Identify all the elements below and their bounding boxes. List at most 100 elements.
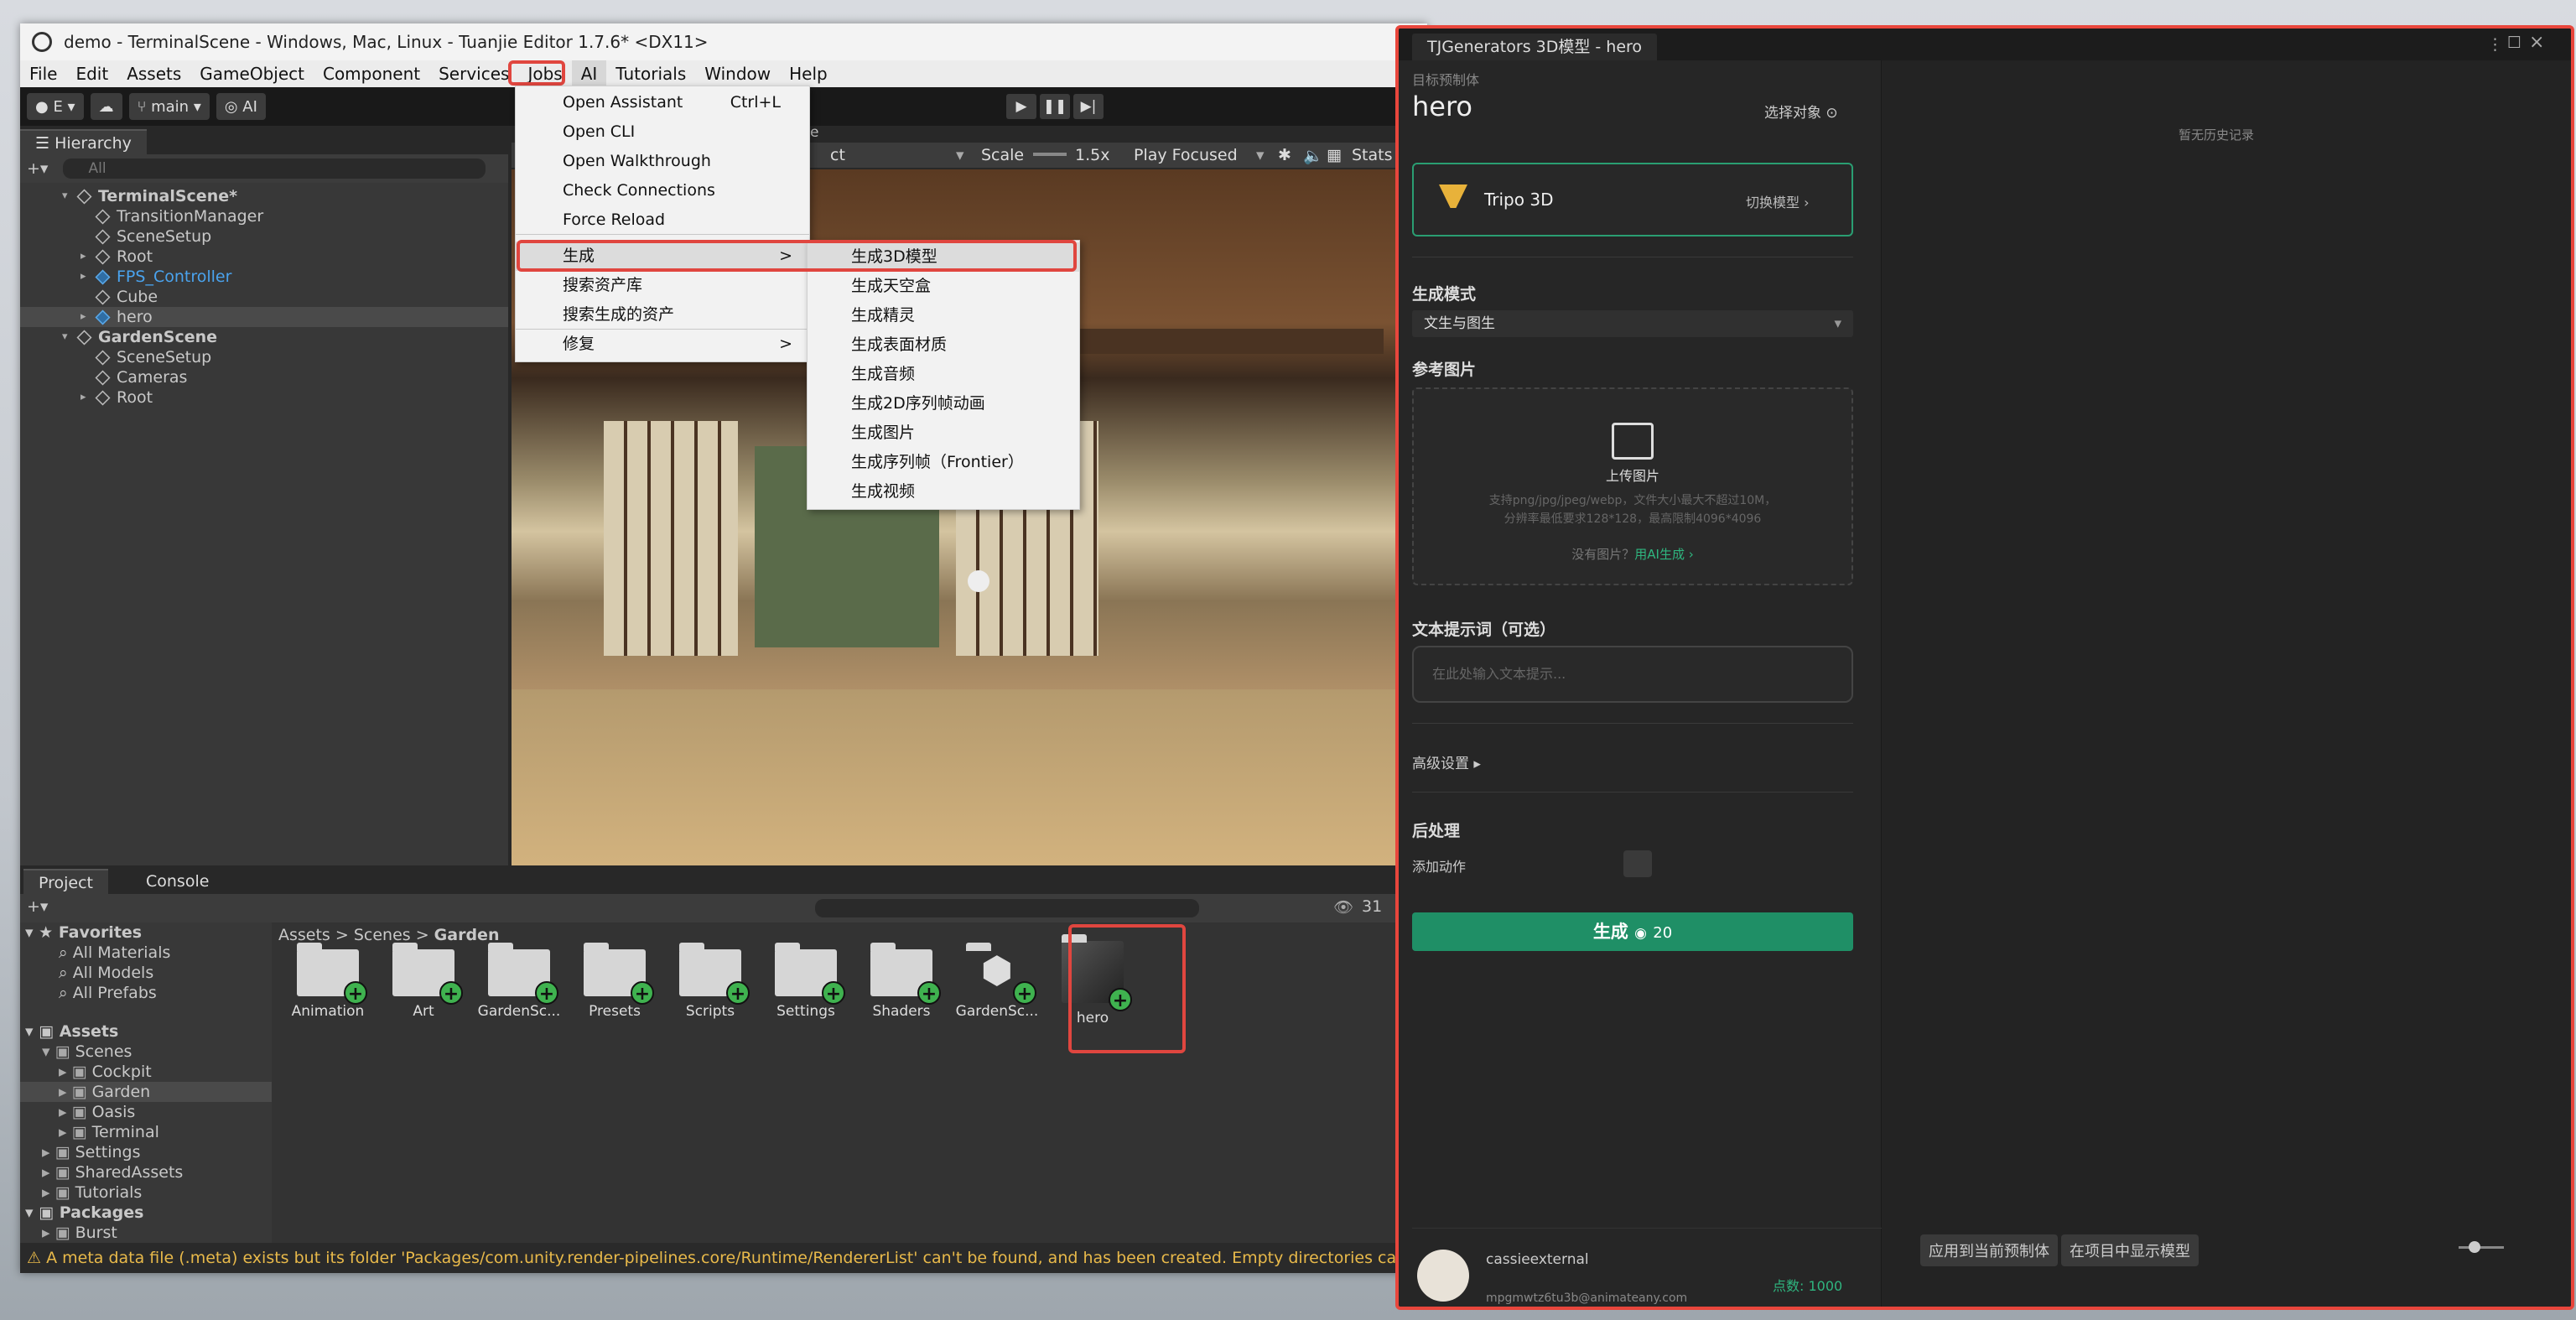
menu-edit[interactable]: Edit bbox=[66, 60, 117, 87]
asset-item[interactable]: + Settings bbox=[761, 931, 850, 1020]
scene-dropdown[interactable]: ct bbox=[830, 146, 845, 164]
close-icon[interactable]: × bbox=[2529, 32, 2544, 53]
play-button[interactable]: ▶ bbox=[1006, 94, 1036, 119]
expand-arrow-icon[interactable]: ▾ bbox=[62, 327, 74, 347]
menu-help[interactable]: Help bbox=[780, 60, 837, 87]
menu-tutorials[interactable]: Tutorials bbox=[606, 60, 695, 87]
hierarchy-row[interactable]: Cameras bbox=[20, 367, 508, 387]
status-bar[interactable]: ⚠ A meta data file (.meta) exists but it… bbox=[20, 1243, 1427, 1273]
scale-slider[interactable] bbox=[1033, 153, 1067, 156]
collapse-arrow-icon[interactable]: ▸ bbox=[80, 387, 92, 408]
favorites-item[interactable]: ⌕ All Materials bbox=[20, 943, 272, 963]
packages-header[interactable]: ▾ ▣ Packages bbox=[20, 1203, 272, 1223]
account-button[interactable]: ● E ▾ bbox=[27, 93, 84, 120]
ai-menu-item[interactable]: Open Walkthrough bbox=[516, 147, 809, 176]
menu-file[interactable]: File bbox=[20, 60, 66, 87]
generate-submenu-item[interactable]: 生成音频 bbox=[808, 360, 1079, 389]
hierarchy-row[interactable]: SceneSetup bbox=[20, 347, 508, 367]
upload-dropzone[interactable]: 上传图片 支持png/jpg/jpeg/webp，文件大小最大不超过10M， 分… bbox=[1412, 387, 1853, 585]
generate-submenu-item[interactable]: 生成天空盒 bbox=[808, 272, 1079, 301]
hierarchy-row[interactable]: ▾ GardenScene bbox=[20, 327, 508, 347]
asset-item[interactable]: ⬢ + GardenSc... bbox=[953, 931, 1041, 1020]
asset-item[interactable]: + Art bbox=[379, 931, 468, 1020]
add-icon[interactable]: +▾ bbox=[27, 159, 48, 178]
menu-services[interactable]: Services bbox=[429, 60, 518, 87]
branch-button[interactable]: ⑂ main ▾ bbox=[128, 93, 210, 120]
maximize-icon[interactable]: ☐ bbox=[2507, 34, 2521, 52]
hierarchy-row[interactable]: ▾ TerminalScene* bbox=[20, 186, 508, 206]
ai-menu-item[interactable]: 搜索资产库 bbox=[516, 271, 809, 300]
tab-project[interactable]: Project bbox=[23, 869, 109, 894]
hierarchy-row[interactable]: ▸ Root bbox=[20, 387, 508, 408]
generate-submenu-item[interactable]: 生成序列帧（Frontier） bbox=[808, 448, 1079, 477]
menu-component[interactable]: Component bbox=[314, 60, 429, 87]
generate-submenu-item[interactable]: 生成图片 bbox=[808, 418, 1079, 448]
stats-button[interactable]: Stats bbox=[1352, 146, 1393, 164]
advanced-settings-toggle[interactable]: 高级设置 ▸ bbox=[1412, 751, 1481, 772]
menu-window[interactable]: Window bbox=[695, 60, 780, 87]
switch-model-button[interactable]: 切换模型 › bbox=[1746, 191, 1810, 211]
tab-console[interactable]: Console bbox=[131, 869, 225, 894]
more-menu-icon[interactable]: ⋮ bbox=[2487, 35, 2503, 54]
ai-menu-item[interactable]: Open CLI bbox=[516, 117, 809, 147]
apply-to-prefab-button[interactable]: 应用到当前预制体 bbox=[1920, 1234, 2058, 1266]
add-action-checkbox[interactable] bbox=[1623, 850, 1652, 877]
cloud-button[interactable]: ☁ bbox=[90, 93, 122, 120]
scene-tab-partial[interactable]: e bbox=[810, 124, 818, 141]
hierarchy-row[interactable]: ▸ Root bbox=[20, 247, 508, 267]
expand-arrow-icon[interactable]: ▾ bbox=[62, 186, 74, 206]
tab-hierarchy[interactable]: ☰ Hierarchy bbox=[20, 129, 147, 154]
ai-menu-item[interactable]: 搜索生成的资产 bbox=[516, 300, 809, 330]
favorites-item[interactable]: ⌕ All Models bbox=[20, 963, 272, 983]
step-button[interactable]: ▶| bbox=[1073, 94, 1104, 119]
hierarchy-row[interactable]: TransitionManager bbox=[20, 206, 508, 226]
ai-toolbar-button[interactable]: ◎ AI bbox=[216, 93, 266, 120]
ai-menu-item[interactable]: 修复 > bbox=[516, 330, 809, 359]
ai-menu-item[interactable]: Force Reload bbox=[516, 205, 809, 235]
asset-item[interactable]: + GardenSc... bbox=[475, 931, 564, 1020]
collapse-arrow-icon[interactable]: ▸ bbox=[80, 307, 92, 327]
hierarchy-row[interactable]: Cube bbox=[20, 287, 508, 307]
ai-menu-item[interactable]: Check Connections bbox=[516, 176, 809, 205]
generate-submenu-item[interactable]: 生成视频 bbox=[808, 477, 1079, 507]
menu-ai[interactable]: AI bbox=[571, 60, 607, 87]
asset-item[interactable]: + Presets bbox=[570, 931, 659, 1020]
generate-submenu-item[interactable]: 生成表面材质 bbox=[808, 330, 1079, 360]
hierarchy-row[interactable]: ▸ FPS_Controller bbox=[20, 267, 508, 287]
ai-menu-item[interactable]: Open Assistant Ctrl+L bbox=[516, 88, 809, 117]
assets-tree-item[interactable]: ▸ ▣ Settings bbox=[20, 1142, 272, 1162]
menu-gameobject[interactable]: GameObject bbox=[190, 60, 314, 87]
asset-item[interactable]: + Shaders bbox=[857, 931, 946, 1020]
generate-submenu-item[interactable]: 生成2D序列帧动画 bbox=[808, 389, 1079, 418]
favorites-header[interactable]: ▾ ★ Favorites bbox=[20, 922, 272, 943]
assets-tree-item[interactable]: ▸ ▣ Garden bbox=[20, 1082, 272, 1102]
collapse-arrow-icon[interactable]: ▸ bbox=[80, 247, 92, 267]
pause-button[interactable]: ❚❚ bbox=[1040, 94, 1070, 119]
zoom-slider-handle[interactable] bbox=[2469, 1241, 2480, 1253]
menu-assets[interactable]: Assets bbox=[117, 60, 190, 87]
tab-tj-generators[interactable]: TJGenerators 3D模型 - hero bbox=[1412, 34, 1658, 60]
grid-icon[interactable]: ▦ bbox=[1327, 146, 1342, 164]
play-mode-dropdown[interactable]: Play Focused bbox=[1134, 146, 1238, 164]
assets-tree-item[interactable]: ▾ ▣ Scenes bbox=[20, 1042, 272, 1062]
collapse-arrow-icon[interactable]: ▸ bbox=[80, 267, 92, 287]
package-item[interactable]: ▸ ▣ Burst bbox=[20, 1223, 272, 1243]
prompt-input[interactable]: 在此处输入文本提示... bbox=[1412, 646, 1853, 703]
light-gizmo-icon[interactable] bbox=[968, 570, 989, 592]
favorites-item[interactable]: ⌕ All Prefabs bbox=[20, 983, 272, 1003]
bug-icon[interactable]: ✱ bbox=[1278, 146, 1291, 164]
assets-tree-item[interactable]: ▸ ▣ SharedAssets bbox=[20, 1162, 272, 1182]
add-icon[interactable]: +▾ bbox=[27, 897, 48, 916]
asset-item[interactable]: + Scripts bbox=[666, 931, 755, 1020]
select-object-button[interactable]: 选择对象 ⊙ bbox=[1764, 101, 1838, 122]
assets-tree-item[interactable]: ▸ ▣ Terminal bbox=[20, 1122, 272, 1142]
assets-tree-item[interactable]: ▸ ▣ Tutorials bbox=[20, 1182, 272, 1203]
assets-header[interactable]: ▾ ▣ Assets bbox=[20, 1021, 272, 1042]
show-model-in-project-button[interactable]: 在项目中显示模型 bbox=[2061, 1234, 2199, 1266]
hierarchy-row[interactable]: ▸ hero bbox=[20, 307, 508, 327]
hierarchy-row[interactable]: SceneSetup bbox=[20, 226, 508, 247]
project-search-input[interactable] bbox=[815, 899, 1199, 917]
ai-generate-link[interactable]: 用AI生成 › bbox=[1634, 547, 1693, 562]
assets-tree-item[interactable]: ▸ ▣ Oasis bbox=[20, 1102, 272, 1122]
hierarchy-search-input[interactable]: All bbox=[63, 159, 486, 179]
